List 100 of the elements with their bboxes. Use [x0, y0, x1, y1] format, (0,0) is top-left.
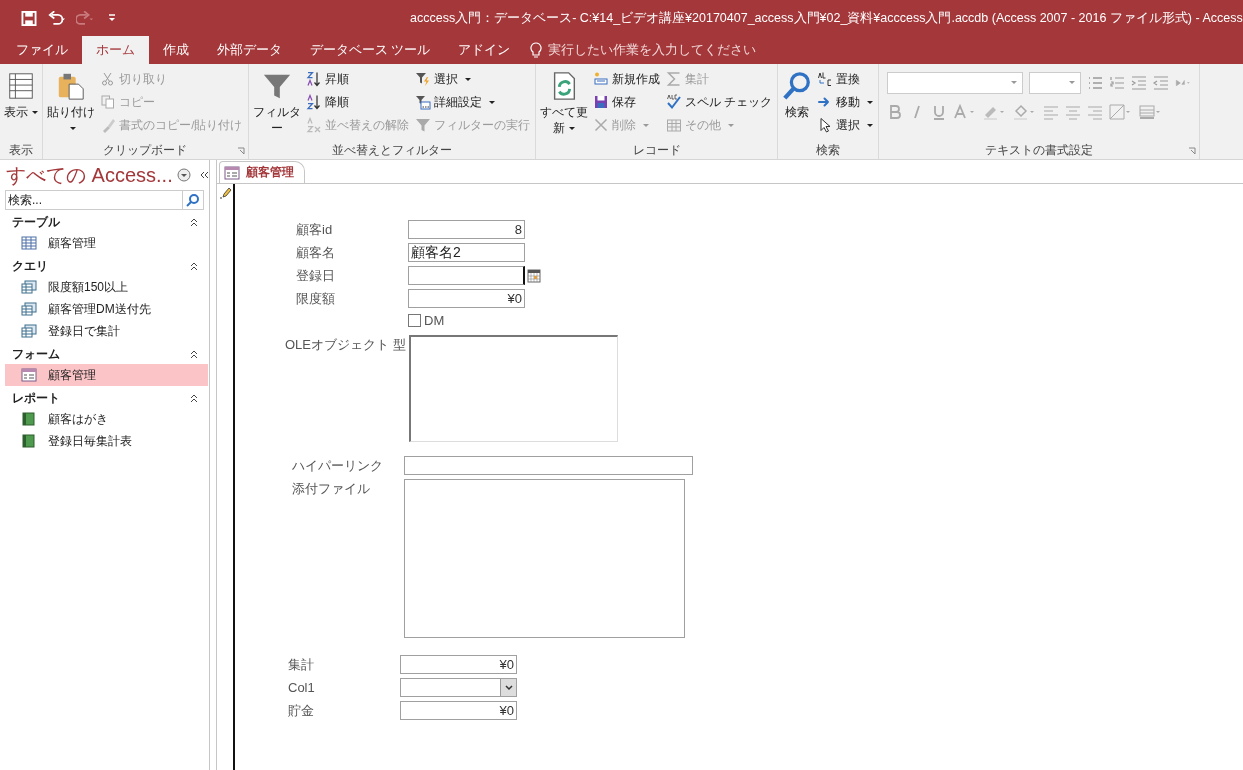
checkbox[interactable] [408, 314, 421, 327]
ribbon-tab[interactable]: ファイル [2, 36, 82, 64]
ribbon-button[interactable]: フィルター [250, 68, 303, 140]
navigation-pane-title[interactable]: すべての Access... [6, 161, 173, 189]
funnel-icon [414, 117, 431, 133]
collapse-icon[interactable] [189, 217, 199, 227]
field-label: ハイパーリンク [292, 457, 384, 475]
query-icon [21, 280, 37, 294]
attachment-field[interactable] [404, 479, 685, 638]
collapse-icon[interactable] [189, 261, 199, 271]
ribbon-tab[interactable]: 外部データ [203, 36, 296, 64]
collapse-icon[interactable] [189, 349, 199, 359]
hyperlink-field[interactable] [404, 456, 693, 475]
navigation-item[interactable]: 登録日毎集計表 [5, 430, 208, 452]
align-left-icon[interactable] [1043, 104, 1060, 120]
navigation-item[interactable]: 顧客管理 [5, 364, 208, 386]
field-label: 集計 [288, 656, 315, 674]
report-icon [21, 434, 37, 448]
collapse-icon[interactable] [189, 393, 199, 403]
ribbon-button[interactable]: 詳細設定 [411, 91, 533, 113]
save-icon [593, 94, 610, 110]
input-field[interactable]: 8 [408, 220, 525, 239]
checkbox-label: DM [424, 312, 445, 330]
group-header[interactable]: レポート [12, 389, 60, 407]
delete-icon [593, 117, 610, 133]
report-icon [21, 412, 37, 426]
search-field[interactable]: 検索... [5, 190, 182, 210]
indent-icon[interactable] [1131, 75, 1148, 91]
navigation-item[interactable]: 限度額150以上 [5, 276, 208, 298]
field-label: 顧客名 [296, 244, 336, 262]
input-field[interactable]: ¥0 [400, 655, 517, 674]
window-title: acccess入門：データベース- C:¥14_ビデオ講座¥20170407_access入門¥02_資料¥acccess入門.accdb (Access 2007 - 2016 ファイル形式) - Access [410, 9, 1243, 27]
view-icon [6, 70, 36, 102]
ribbon-button[interactable]: 新規作成 [590, 68, 664, 90]
ribbon-tab[interactable]: データベース ツール [296, 36, 445, 64]
form-icon [21, 368, 37, 382]
ribbon-button[interactable]: スペル チェック [663, 91, 776, 113]
group-label: クリップボード [103, 142, 188, 158]
ribbon-button[interactable]: 保存 [590, 91, 664, 113]
navigation-item[interactable]: 顧客管理 [5, 232, 208, 254]
redo-icon[interactable] [76, 10, 94, 26]
align-center-icon[interactable] [1065, 104, 1082, 120]
ribbon-button[interactable]: 検索 [780, 68, 815, 140]
field-label: 限度額 [296, 290, 336, 308]
document-tab[interactable]: 顧客管理 [219, 161, 305, 183]
date-field[interactable] [408, 266, 525, 285]
undo-icon[interactable] [48, 10, 66, 26]
input-field[interactable]: 顧客名2 [408, 243, 525, 262]
input-field[interactable]: ¥0 [400, 701, 517, 720]
ribbon-button[interactable]: 昇順 [302, 68, 412, 90]
ribbon-button[interactable]: 選択 [814, 114, 877, 136]
combo-box[interactable] [400, 678, 517, 697]
ribbon-button[interactable]: 置換 [814, 68, 877, 90]
font-name-dropdown[interactable] [887, 72, 1024, 94]
ribbon-button[interactable]: 表示 [2, 68, 40, 140]
ribbon-tab[interactable]: ホーム [82, 36, 149, 64]
navigation-item[interactable]: 登録日で集計 [5, 320, 208, 342]
search-button[interactable] [182, 190, 204, 210]
numbered-list-icon[interactable] [1109, 75, 1126, 91]
align-right-icon[interactable] [1087, 104, 1104, 120]
ribbon-button[interactable]: 降順 [302, 91, 412, 113]
query-icon [21, 302, 37, 316]
filter-icon [414, 94, 431, 110]
tell-me-field[interactable]: 実行したい作業を入力してください [530, 36, 771, 64]
group-label: レコード [632, 142, 681, 158]
font-size-dropdown[interactable] [1029, 72, 1082, 94]
input-field[interactable]: ¥0 [408, 289, 525, 308]
outdent-icon[interactable] [1153, 75, 1170, 91]
sort-clear-icon [305, 117, 322, 133]
group-header[interactable]: テーブル [12, 213, 60, 231]
ole-object-frame[interactable] [409, 335, 618, 442]
group-header[interactable]: フォーム [12, 345, 60, 363]
group-header[interactable]: クエリ [12, 257, 48, 275]
table-icon [21, 236, 37, 250]
sigma-icon [666, 71, 683, 87]
ribbon-button[interactable]: 選択 [411, 68, 533, 90]
ribbon-tab[interactable]: 作成 [149, 36, 203, 64]
replace-icon [817, 71, 834, 87]
ribbon-tab[interactable]: アドイン [444, 36, 525, 64]
navigation-item[interactable]: 顧客はがき [5, 408, 208, 430]
filter-icon [414, 71, 431, 87]
bold-icon[interactable] [887, 104, 904, 120]
dialog-launcher-icon[interactable] [236, 147, 245, 155]
calendar-icon[interactable] [527, 268, 541, 283]
navigation-item[interactable]: 顧客管理DM送付先 [5, 298, 208, 320]
dropdown-icon[interactable] [176, 168, 191, 182]
sort-ascending-icon [305, 71, 322, 87]
field-label: Col1 [288, 679, 316, 697]
bullet-list-icon[interactable] [1087, 75, 1104, 91]
collapse-icon[interactable] [198, 170, 209, 180]
dialog-launcher-icon[interactable] [1188, 147, 1197, 155]
spell-check-icon [666, 94, 683, 110]
ribbon-button[interactable]: すべて更新 [537, 68, 591, 140]
save-icon[interactable] [20, 10, 38, 26]
ribbon-button[interactable]: 貼り付け [45, 68, 98, 140]
search-icon [782, 70, 813, 102]
field-label: OLEオブジェクト 型 [285, 336, 407, 354]
ribbon-button[interactable]: 移動 [814, 91, 877, 113]
lightbulb-icon [530, 42, 543, 58]
query-icon [21, 324, 37, 338]
